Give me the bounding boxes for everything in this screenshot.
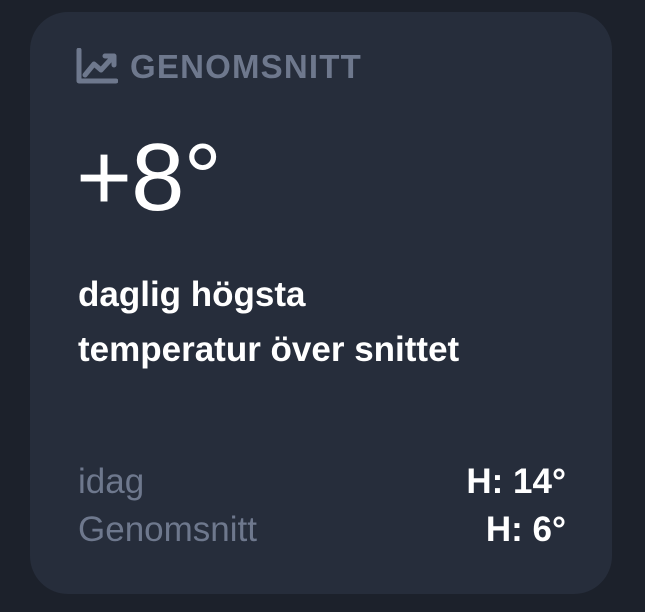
stat-row-average: Genomsnitt H: 6° xyxy=(78,506,566,554)
stat-label: idag xyxy=(78,462,145,501)
comparison-list: idag H: 14° Genomsnitt H: 6° xyxy=(78,458,566,554)
description-line: temperatur över snittet xyxy=(78,330,460,369)
description-line: daglig högsta xyxy=(78,275,306,314)
chart-line-icon xyxy=(76,48,118,84)
stat-label: Genomsnitt xyxy=(78,510,257,549)
widget-description: daglig högsta temperatur över snittet xyxy=(78,267,598,377)
stat-value: H: 6° xyxy=(485,510,566,549)
average-temperature-widget[interactable]: GENOMSNITT +8° daglig högsta temperatur … xyxy=(30,12,612,594)
stat-value: H: 14° xyxy=(466,462,566,501)
temperature-difference-value: +8° xyxy=(76,124,222,231)
widget-header: GENOMSNITT xyxy=(76,48,362,84)
stat-row-today: idag H: 14° xyxy=(78,458,566,506)
widget-header-label: GENOMSNITT xyxy=(130,47,362,85)
